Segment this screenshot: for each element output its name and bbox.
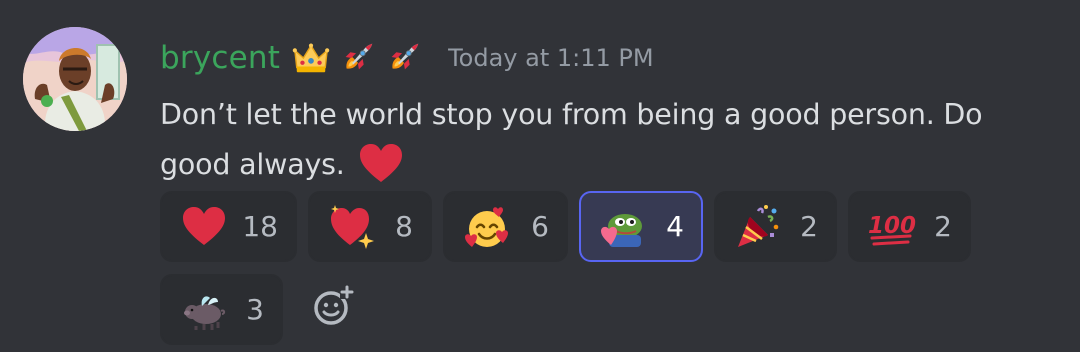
reaction-count: 2 [800,210,818,243]
username-badges [292,39,422,77]
flying-pig-icon [184,295,226,330]
red-heart-emoji-icon [359,144,402,182]
username[interactable]: brycent [160,40,280,76]
hundred-points-icon: 100 [868,213,916,245]
avatar-illustration [23,27,127,131]
smiling-face-with-hearts-icon [465,206,508,247]
peepo-hug-heart-icon [601,213,642,247]
party-popper-icon [738,204,779,247]
reaction-sparkling-heart[interactable]: 8 [308,191,432,262]
message-text: Don’t let the world stop you from being … [160,98,983,181]
sparkling-heart-icon [331,204,374,249]
add-reaction-icon[interactable] [312,285,354,327]
rocket-emoji-icon [391,43,419,70]
message-content: Don’t let the world stop you from being … [160,90,1060,190]
reaction-hundred-points[interactable]: 100 2 [848,191,971,262]
reaction-count: 18 [242,210,278,243]
reaction-party-popper[interactable]: 2 [714,191,837,262]
user-avatar[interactable] [23,27,127,131]
red-heart-icon [183,206,225,245]
message-timestamp[interactable]: Today at 1:11 PM [448,44,654,72]
reaction-peepo-hug[interactable]: 4 [579,191,703,262]
reaction-smiling-face-with-hearts[interactable]: 6 [443,191,568,262]
reaction-red-heart[interactable]: 18 [160,191,297,262]
reaction-flying-pig[interactable]: 3 [160,274,283,345]
reaction-count: 4 [666,210,684,243]
rocket-emoji-icon [345,43,373,70]
crown-emoji-icon [292,43,330,73]
reaction-count: 8 [395,210,413,243]
message-header: brycent Today at 1:11 PM [160,36,654,80]
reaction-count: 6 [531,210,549,243]
reaction-count: 3 [246,293,264,326]
reaction-count: 2 [934,210,952,243]
